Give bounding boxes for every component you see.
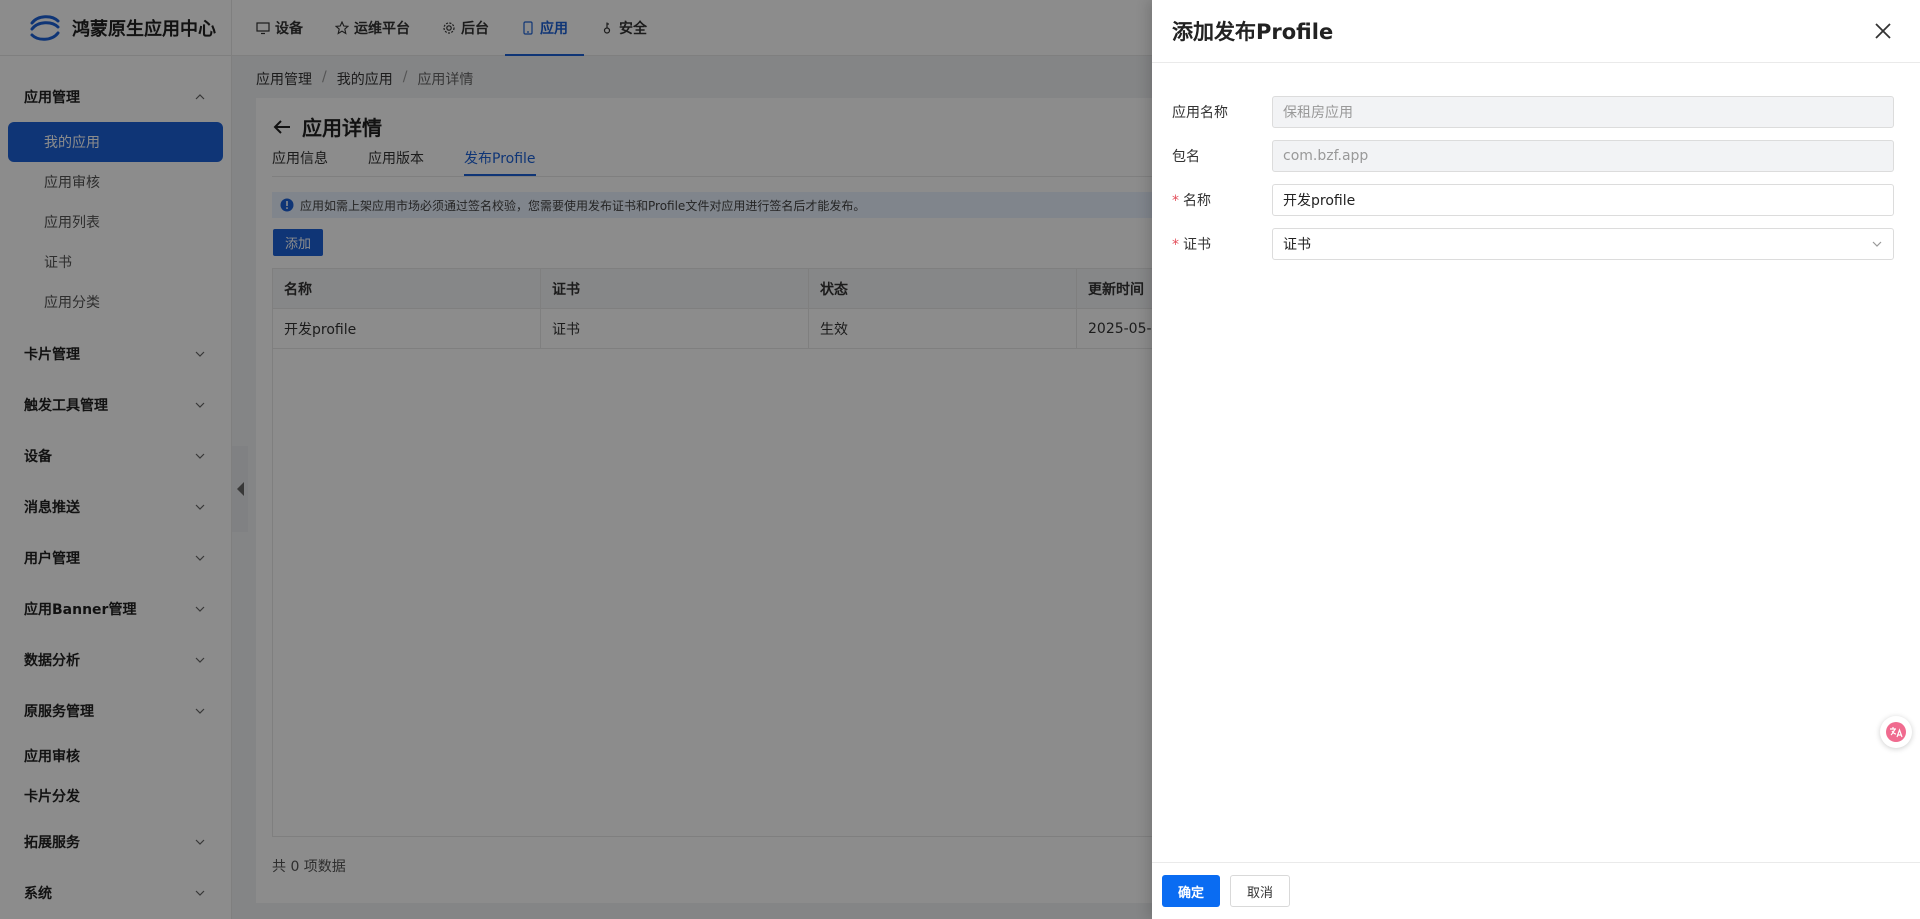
drawer-mask[interactable]: [0, 0, 1152, 919]
translate-icon: [1886, 722, 1906, 742]
drawer-header: 添加发布Profile: [1152, 0, 1920, 63]
app-name-field: [1272, 96, 1894, 128]
profile-form: 应用名称 包名 *名称 *证书 证书: [1152, 63, 1920, 260]
confirm-button[interactable]: 确定: [1162, 875, 1221, 907]
form-row-name: * 名称: [1152, 184, 1920, 216]
certificate-label-text: 证书: [1183, 237, 1211, 253]
certificate-selected-value: 证书: [1283, 237, 1311, 253]
close-icon[interactable]: [1874, 22, 1892, 40]
certificate-select[interactable]: 证书: [1272, 228, 1894, 260]
cancel-button[interactable]: 取消: [1230, 875, 1291, 907]
package-label: 包名: [1172, 149, 1200, 165]
form-row-app-name: 应用名称: [1152, 96, 1920, 128]
name-field[interactable]: [1272, 184, 1894, 216]
name-label: * 名称: [1152, 190, 1272, 210]
drawer-footer: 确定 取消: [1152, 862, 1920, 919]
form-row-package: 包名: [1152, 140, 1920, 172]
app-name-label: 应用名称: [1172, 105, 1228, 121]
translate-float-button[interactable]: [1880, 716, 1912, 748]
package-field: [1272, 140, 1894, 172]
drawer-title: 添加发布Profile: [1172, 20, 1334, 44]
required-mark: *: [1172, 193, 1179, 209]
add-profile-drawer: 添加发布Profile 应用名称 包名 *名称 *证书 证书 确定 取消: [1152, 0, 1920, 919]
chevron-down-icon: [1872, 241, 1882, 247]
certificate-label: * 证书: [1152, 234, 1272, 254]
name-label-text: 名称: [1183, 193, 1211, 209]
required-mark: *: [1172, 237, 1179, 253]
form-row-certificate: * 证书 证书: [1152, 228, 1920, 260]
